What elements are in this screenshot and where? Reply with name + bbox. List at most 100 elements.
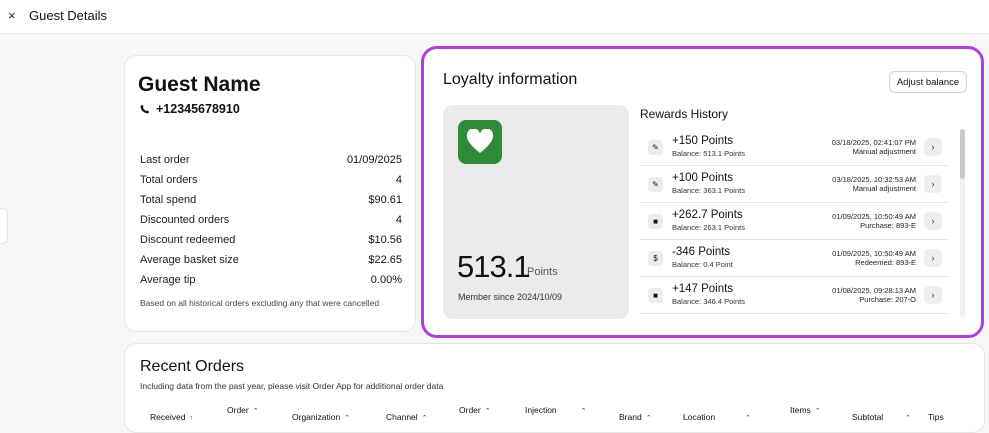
- reward-description: Manual adjustment: [852, 147, 916, 156]
- stat-row: Average basket size $22.65: [140, 254, 402, 274]
- guest-summary-card: Guest Name +12345678910 Last order 01/09/…: [124, 55, 416, 332]
- phone-icon: [140, 104, 150, 114]
- reward-points: -346 Points: [672, 246, 731, 258]
- sort-icon[interactable]: ⌃: [253, 408, 259, 415]
- rewards-history-list[interactable]: ✎ +150 Points Balance: 513.1 Points 03/1…: [640, 129, 948, 319]
- stat-value: 4: [395, 174, 402, 186]
- loyalty-title: Loyalty information: [443, 71, 578, 88]
- column-header-channel[interactable]: Channel ⌃: [386, 412, 428, 424]
- reward-balance: Balance: 513.1 Points: [672, 149, 745, 158]
- loyalty-logo: [458, 120, 502, 164]
- column-label: Order: [227, 405, 249, 415]
- reward-date: 01/09/2025, 10:50:49 AM: [832, 249, 916, 258]
- list-item: ■ +262.7 Points Balance: 263.1 Points 01…: [640, 203, 948, 240]
- member-since: Member since 2024/10/09: [458, 292, 563, 302]
- reward-description: Redeemed: 893-E: [855, 258, 916, 267]
- reward-balance: Balance: 363.1 Points: [672, 186, 745, 195]
- reward-description: Purchase: 893-E: [860, 221, 916, 230]
- page-title: Guest Details: [29, 8, 108, 23]
- chevron-right-icon[interactable]: ›: [924, 175, 942, 193]
- chevron-right-icon[interactable]: ›: [924, 286, 942, 304]
- reward-points: +150 Points: [672, 135, 734, 147]
- stat-row: Average tip 0.00%: [140, 274, 402, 294]
- stat-value: $22.65: [368, 254, 402, 266]
- column-label: Organization: [292, 412, 341, 422]
- stats-footnote: Based on all historical orders excluding…: [140, 298, 380, 308]
- stat-label: Total spend: [140, 194, 197, 206]
- sort-icon[interactable]: ⌃: [905, 415, 911, 422]
- stat-value: $10.56: [368, 234, 402, 246]
- column-label: Subtotal: [852, 412, 884, 422]
- column-label: Channel: [386, 412, 418, 422]
- stat-value: 0.00%: [370, 274, 402, 286]
- column-label: Brand: [619, 412, 642, 422]
- list-item: ✎ +150 Points Balance: 513.1 Points 03/1…: [640, 129, 948, 166]
- column-header-organization[interactable]: Organization ⌃: [292, 412, 350, 424]
- sort-icon[interactable]: ⌃: [581, 408, 587, 415]
- chevron-right-icon[interactable]: ›: [924, 212, 942, 230]
- sort-icon[interactable]: ⌃: [745, 415, 751, 422]
- stat-value: 01/09/2025: [346, 154, 402, 166]
- sort-icon[interactable]: ⌃: [646, 415, 652, 422]
- column-header-brand[interactable]: Brand ⌃: [619, 412, 652, 424]
- reward-points: +147 Points: [672, 283, 734, 295]
- reward-date: 01/09/2025, 10:50:49 AM: [832, 212, 916, 221]
- sort-icon[interactable]: ⌃: [815, 408, 821, 415]
- rewards-scroll-thumb[interactable]: [960, 129, 965, 179]
- stat-row: Total spend $90.61: [140, 194, 402, 214]
- column-label: Order: [459, 405, 481, 415]
- stat-label: Average tip: [140, 274, 196, 286]
- reward-date: 03/18/2025, 10:32:53 AM: [832, 175, 916, 184]
- adjust-balance-button[interactable]: Adjust balance: [889, 71, 967, 93]
- column-header-order[interactable]: Order ⌃: [227, 405, 259, 417]
- reward-balance: Balance: 0.4 Point: [672, 260, 733, 269]
- column-header-subtotal[interactable]: Subtotal ⌃: [852, 412, 911, 424]
- bag-icon: ■: [648, 288, 663, 303]
- stat-row: Total orders 4: [140, 174, 402, 194]
- balance-panel: 513.1 Points Member since 2024/10/09: [443, 105, 629, 319]
- reward-balance: Balance: 346.4 Points: [672, 297, 745, 306]
- phone-row: +12345678910: [140, 102, 240, 116]
- recent-orders-title: Recent Orders: [140, 358, 245, 375]
- list-item: ■ +147 Points Balance: 346.4 Points 01/0…: [640, 277, 948, 314]
- column-label: Tips: [928, 412, 944, 422]
- rewards-history-title: Rewards History: [640, 107, 729, 121]
- sort-ascending-icon[interactable]: ↑: [189, 415, 193, 422]
- stat-value: $90.61: [368, 194, 402, 206]
- column-header-tips[interactable]: Tips: [928, 412, 944, 423]
- sort-icon[interactable]: ⌃: [422, 415, 428, 422]
- stat-row: Discounted orders 4: [140, 214, 402, 234]
- reward-description: Manual adjustment: [852, 184, 916, 193]
- column-label: Received: [150, 412, 186, 422]
- heart-icon: [466, 129, 494, 153]
- list-item: $ -346 Points Balance: 0.4 Point 01/09/2…: [640, 240, 948, 277]
- reward-date: 03/18/2025, 02:41:07 PM: [831, 138, 916, 147]
- column-header-items[interactable]: Items ⌃: [790, 405, 821, 417]
- reward-balance: Balance: 263.1 Points: [672, 223, 745, 232]
- sort-icon[interactable]: ⌃: [485, 408, 491, 415]
- column-header-injection[interactable]: Injection ⌃: [525, 405, 587, 417]
- column-label: Injection: [525, 405, 557, 415]
- recent-orders-subtitle: Including data from the past year, pleas…: [140, 381, 444, 391]
- column-label: Location: [683, 412, 716, 422]
- column-label: Items: [790, 405, 811, 415]
- chevron-right-icon[interactable]: ›: [924, 249, 942, 267]
- stat-label: Average basket size: [140, 254, 239, 266]
- close-icon[interactable]: ×: [8, 8, 16, 23]
- loyalty-card: Loyalty information Adjust balance 513.1…: [421, 46, 984, 338]
- sort-icon[interactable]: ⌃: [344, 415, 350, 422]
- stat-row: Discount redeemed $10.56: [140, 234, 402, 254]
- reward-description: Purchase: 207-O: [859, 295, 916, 304]
- phone-number: +12345678910: [156, 102, 240, 116]
- stat-label: Discount redeemed: [140, 234, 236, 246]
- chevron-right-icon[interactable]: ›: [924, 138, 942, 156]
- column-header-received[interactable]: Received ↑: [150, 412, 193, 424]
- side-drawer-handle[interactable]: [0, 208, 8, 244]
- coin-icon: $: [648, 251, 663, 266]
- points-unit: Points: [527, 266, 558, 278]
- column-header-order-type[interactable]: Order ⌃: [459, 405, 491, 417]
- stat-label: Total orders: [140, 174, 198, 186]
- points-balance: 513.1: [457, 249, 531, 284]
- pencil-icon: ✎: [648, 177, 663, 192]
- column-header-location[interactable]: Location ⌃: [683, 412, 751, 424]
